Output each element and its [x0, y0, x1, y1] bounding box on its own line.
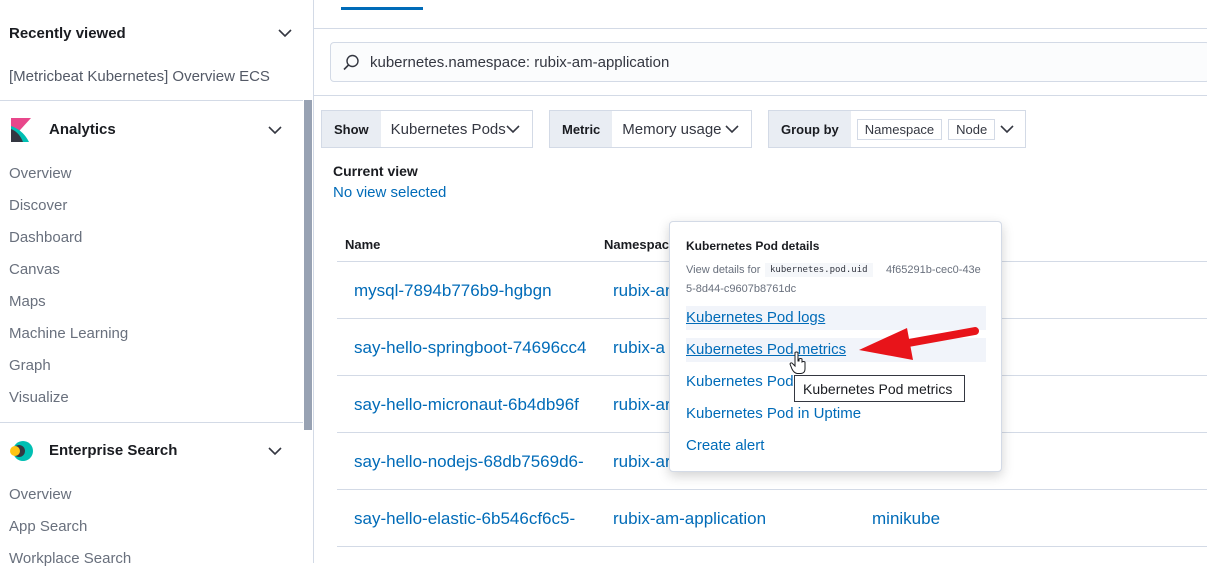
hand-cursor-icon [789, 351, 806, 374]
nav-item-visualize[interactable]: Visualize [9, 389, 69, 406]
current-view-link[interactable]: No view selected [333, 184, 446, 201]
search-bar[interactable]: kubernetes.namespace: rubix-am-applicati… [330, 42, 1207, 82]
analytics-title: Analytics [49, 121, 116, 138]
pod-node-link[interactable]: minikube [872, 509, 992, 529]
nav-item-app-search[interactable]: App Search [9, 518, 87, 535]
chevron-down-icon[interactable] [1000, 124, 1014, 134]
search-icon [343, 54, 359, 71]
uid-field-code: kubernetes.pod.uid [765, 263, 873, 277]
popover-title: Kubernetes Pod details [686, 239, 820, 253]
section-divider [0, 422, 303, 423]
view-details-label: View details for [686, 264, 761, 276]
chevron-down-icon[interactable] [506, 124, 520, 134]
group-by-label: Group by [769, 111, 851, 147]
recent-item-metricbeat[interactable]: [Metricbeat Kubernetes] Overview ECS [9, 68, 270, 85]
chevron-down-icon[interactable] [278, 28, 292, 38]
show-label: Show [322, 111, 381, 147]
nav-item-maps[interactable]: Maps [9, 293, 46, 310]
uid-value-continued: 5-8d44-c9607b8761dc [686, 283, 797, 295]
metric-value[interactable]: Memory usage [612, 111, 731, 147]
analytics-header[interactable]: Analytics [0, 117, 303, 143]
nav-item-discover[interactable]: Discover [9, 197, 67, 214]
kibana-logo-icon [11, 118, 31, 142]
metric-selector[interactable]: Metric Memory usage [549, 110, 752, 148]
tabs-divider [314, 28, 1207, 29]
chevron-down-icon[interactable] [268, 446, 282, 456]
nav-item-dashboard[interactable]: Dashboard [9, 229, 82, 246]
sidebar-scrollbar[interactable] [304, 100, 312, 430]
nav-item-workplace-search[interactable]: Workplace Search [9, 550, 131, 567]
pod-apm-link[interactable]: Kubernetes Pod [686, 373, 794, 390]
enterprise-search-logo-icon [10, 441, 33, 461]
enterprise-search-header[interactable]: Enterprise Search [0, 438, 303, 464]
pod-name-link[interactable]: say-hello-micronaut-6b4db96f [354, 395, 589, 415]
nav-item-overview[interactable]: Overview [9, 165, 72, 182]
active-tab-indicator [341, 7, 423, 10]
uid-value: 4f65291b-cec0-43e [886, 264, 981, 276]
section-divider [0, 100, 303, 101]
pod-namespace-link[interactable]: rubix-ar [613, 395, 670, 415]
metric-label: Metric [550, 111, 613, 147]
column-header-name[interactable]: Name [345, 237, 380, 252]
chevron-down-icon[interactable] [268, 125, 282, 135]
side-navigation: Recently viewed [Metricbeat Kubernetes] … [0, 0, 314, 567]
group-chip-node[interactable]: Node [948, 118, 996, 140]
column-header-namespace[interactable]: Namespace [604, 237, 676, 252]
show-selector[interactable]: Show Kubernetes Pods [321, 110, 533, 148]
row-divider [337, 546, 1207, 547]
recently-viewed-header[interactable]: Recently viewed [0, 22, 303, 44]
chevron-down-icon[interactable] [725, 124, 739, 134]
pod-namespace-link[interactable]: rubix-am-application [613, 509, 783, 529]
pod-uptime-link[interactable]: Kubernetes Pod in Uptime [686, 405, 861, 422]
row-divider [337, 489, 1207, 490]
link-tooltip: Kubernetes Pod metrics [794, 375, 965, 402]
search-input[interactable]: kubernetes.namespace: rubix-am-applicati… [370, 54, 669, 71]
group-chip-namespace[interactable]: Namespace [856, 118, 943, 140]
create-alert-link[interactable]: Create alert [686, 437, 764, 454]
pod-namespace-link[interactable]: rubix-ar [613, 452, 670, 472]
pod-namespace-link[interactable]: rubix-am [613, 281, 670, 301]
nav-item-machine-learning[interactable]: Machine Learning [9, 325, 128, 342]
show-value[interactable]: Kubernetes Pods [381, 111, 516, 147]
red-arrow-icon [859, 327, 979, 360]
nav-item-es-overview[interactable]: Overview [9, 486, 72, 503]
pod-name-link[interactable]: mysql-7894b776b9-hgbgn [354, 281, 589, 301]
pod-name-link[interactable]: say-hello-elastic-6b546cf6c5- [354, 509, 589, 529]
current-view-title: Current view [333, 163, 418, 179]
group-by-selector[interactable]: Group by Namespace Node [768, 110, 1026, 148]
nav-item-canvas[interactable]: Canvas [9, 261, 60, 278]
enterprise-search-title: Enterprise Search [49, 442, 178, 459]
search-divider [314, 95, 1207, 96]
recently-viewed-title: Recently viewed [9, 24, 126, 42]
pod-name-link[interactable]: say-hello-springboot-74696cc4 [354, 338, 589, 358]
nav-item-graph[interactable]: Graph [9, 357, 51, 374]
pod-namespace-link[interactable]: rubix-a [613, 338, 670, 358]
pod-name-link[interactable]: say-hello-nodejs-68db7569d6- [354, 452, 589, 472]
